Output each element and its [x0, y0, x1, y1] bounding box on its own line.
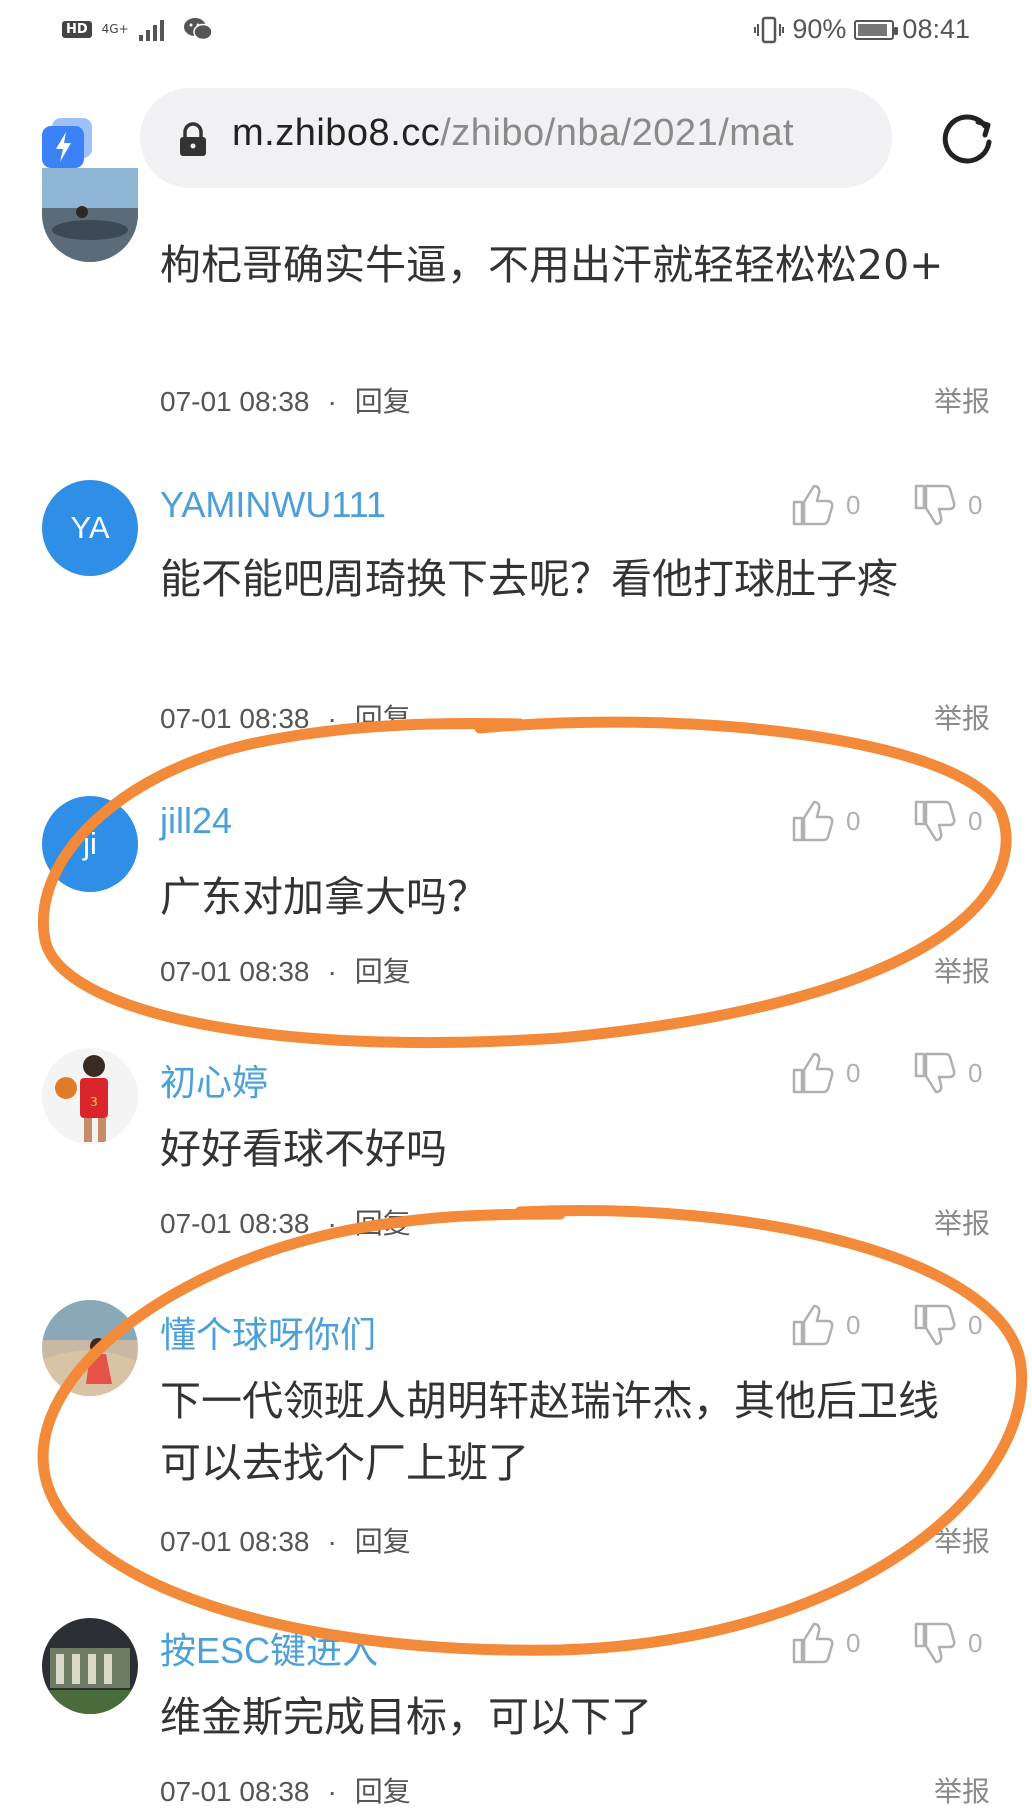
- battery-icon: [854, 19, 899, 40]
- username[interactable]: 初心婷: [160, 1054, 268, 1106]
- dislike-button[interactable]: 0: [912, 482, 982, 528]
- reply-link[interactable]: 回复: [355, 956, 411, 987]
- thumbs-down-icon: [914, 1304, 956, 1346]
- url-host: m.zhibo8.cc: [232, 112, 441, 154]
- comment-meta: 07-01 08:38 · 回复: [160, 1208, 411, 1239]
- svg-text:3: 3: [90, 1095, 98, 1109]
- user-avatar[interactable]: ji: [42, 796, 138, 892]
- dislike-count: 0: [968, 1057, 983, 1088]
- comment-text: 广东对加拿大吗？: [160, 873, 488, 921]
- dislike-count: 0: [968, 489, 983, 520]
- like-button[interactable]: 0: [790, 798, 860, 844]
- comment-time: 07-01 08:38: [160, 386, 310, 417]
- username[interactable]: YAMINWU111: [160, 484, 386, 526]
- comment-time: 07-01 08:38: [160, 1526, 310, 1557]
- user-avatar[interactable]: YA: [42, 480, 138, 576]
- comment-meta: 07-01 08:38 · 回复: [160, 703, 411, 734]
- report-link[interactable]: 举报: [934, 380, 990, 420]
- report-link[interactable]: 举报: [934, 697, 990, 737]
- username[interactable]: jill24: [160, 800, 232, 842]
- like-count: 0: [846, 805, 861, 836]
- dislike-button[interactable]: 0: [912, 1620, 982, 1666]
- dislike-button[interactable]: 0: [912, 1050, 982, 1096]
- signal-icon: [138, 20, 164, 41]
- wechat-icon: [183, 18, 213, 41]
- thumbs-up-icon: [792, 1622, 834, 1664]
- username[interactable]: 懂个球呀你们: [160, 1306, 376, 1358]
- comment-meta: 07-01 08:38 · 回复: [160, 1526, 411, 1557]
- hd-badge: HD: [62, 20, 92, 38]
- user-avatar[interactable]: [42, 1300, 138, 1396]
- reply-link[interactable]: 回复: [355, 386, 411, 417]
- comment-meta: 07-01 08:38 · 回复: [160, 956, 411, 987]
- clock: 08:41: [902, 14, 970, 44]
- comment-text: 维金斯完成目标，可以下了: [160, 1693, 652, 1741]
- lock-icon: [180, 122, 206, 156]
- like-button[interactable]: 0: [790, 1302, 860, 1348]
- like-button[interactable]: 0: [790, 1620, 860, 1666]
- comment-text: 能不能吧周琦换下去呢？看他打球肚子疼: [160, 555, 898, 603]
- comment-time: 07-01 08:38: [160, 703, 310, 734]
- url-field[interactable]: m.zhibo8.cc/zhibo/nba/2021/mat: [140, 88, 892, 188]
- like-button[interactable]: 0: [790, 1050, 860, 1096]
- network-label: 4G+: [101, 22, 129, 36]
- like-count: 0: [846, 489, 861, 520]
- comment-meta: 07-01 08:38 · 回复: [160, 1776, 411, 1807]
- like-count: 0: [846, 1309, 861, 1340]
- like-count: 0: [846, 1627, 861, 1658]
- url-path: /zhibo/nba/2021/mat: [440, 112, 795, 154]
- thumbs-up-icon: [792, 484, 834, 526]
- comment-time: 07-01 08:38: [160, 1208, 310, 1239]
- report-link[interactable]: 举报: [934, 1202, 990, 1242]
- thumbs-down-icon: [914, 1622, 956, 1664]
- dislike-count: 0: [968, 1309, 983, 1340]
- like-count: 0: [846, 1057, 861, 1088]
- status-bar: HD 4G+ 90% 08:41: [0, 0, 1032, 62]
- thumbs-up-icon: [792, 800, 834, 842]
- comment-text: 好好看球不好吗: [160, 1125, 447, 1173]
- dislike-count: 0: [968, 1627, 983, 1658]
- url-text: m.zhibo8.cc/zhibo/nba/2021/mat: [232, 112, 794, 155]
- reply-link[interactable]: 回复: [355, 1776, 411, 1807]
- comment-meta: 07-01 08:38 · 回复: [160, 386, 411, 417]
- thumbs-up-icon: [792, 1052, 834, 1094]
- like-button[interactable]: 0: [790, 482, 860, 528]
- dislike-button[interactable]: 0: [912, 1302, 982, 1348]
- battery-percent: 90%: [792, 14, 847, 44]
- report-link[interactable]: 举报: [934, 950, 990, 990]
- vibrate-icon: [754, 16, 785, 43]
- comment-time: 07-01 08:38: [160, 1776, 310, 1807]
- lightning-app-icon[interactable]: [42, 118, 92, 168]
- comment-text: 下一代领班人胡明轩赵瑞许杰，其他后卫线可以去找个厂上班了: [160, 1377, 939, 1487]
- comment-time: 07-01 08:38: [160, 956, 310, 987]
- url-fade: [832, 88, 892, 188]
- comment-text: 枸杞哥确实牛逼，不用出汗就轻轻松松20+: [160, 241, 944, 289]
- user-avatar[interactable]: [42, 168, 138, 262]
- thumbs-down-icon: [914, 1052, 956, 1094]
- report-link[interactable]: 举报: [934, 1770, 990, 1810]
- reload-icon[interactable]: [935, 106, 999, 170]
- thumbs-up-icon: [792, 1304, 834, 1346]
- reply-link[interactable]: 回复: [355, 1526, 411, 1557]
- user-avatar[interactable]: 3: [42, 1048, 138, 1144]
- dislike-count: 0: [968, 805, 983, 836]
- thumbs-down-icon: [914, 800, 956, 842]
- report-link[interactable]: 举报: [934, 1520, 990, 1560]
- reply-link[interactable]: 回复: [355, 703, 411, 734]
- thumbs-down-icon: [914, 484, 956, 526]
- browser-address-bar: m.zhibo8.cc/zhibo/nba/2021/mat: [0, 80, 1032, 190]
- dislike-button[interactable]: 0: [912, 798, 982, 844]
- reply-link[interactable]: 回复: [355, 1208, 411, 1239]
- user-avatar[interactable]: [42, 1618, 138, 1714]
- username[interactable]: 按ESC键进入: [160, 1622, 378, 1674]
